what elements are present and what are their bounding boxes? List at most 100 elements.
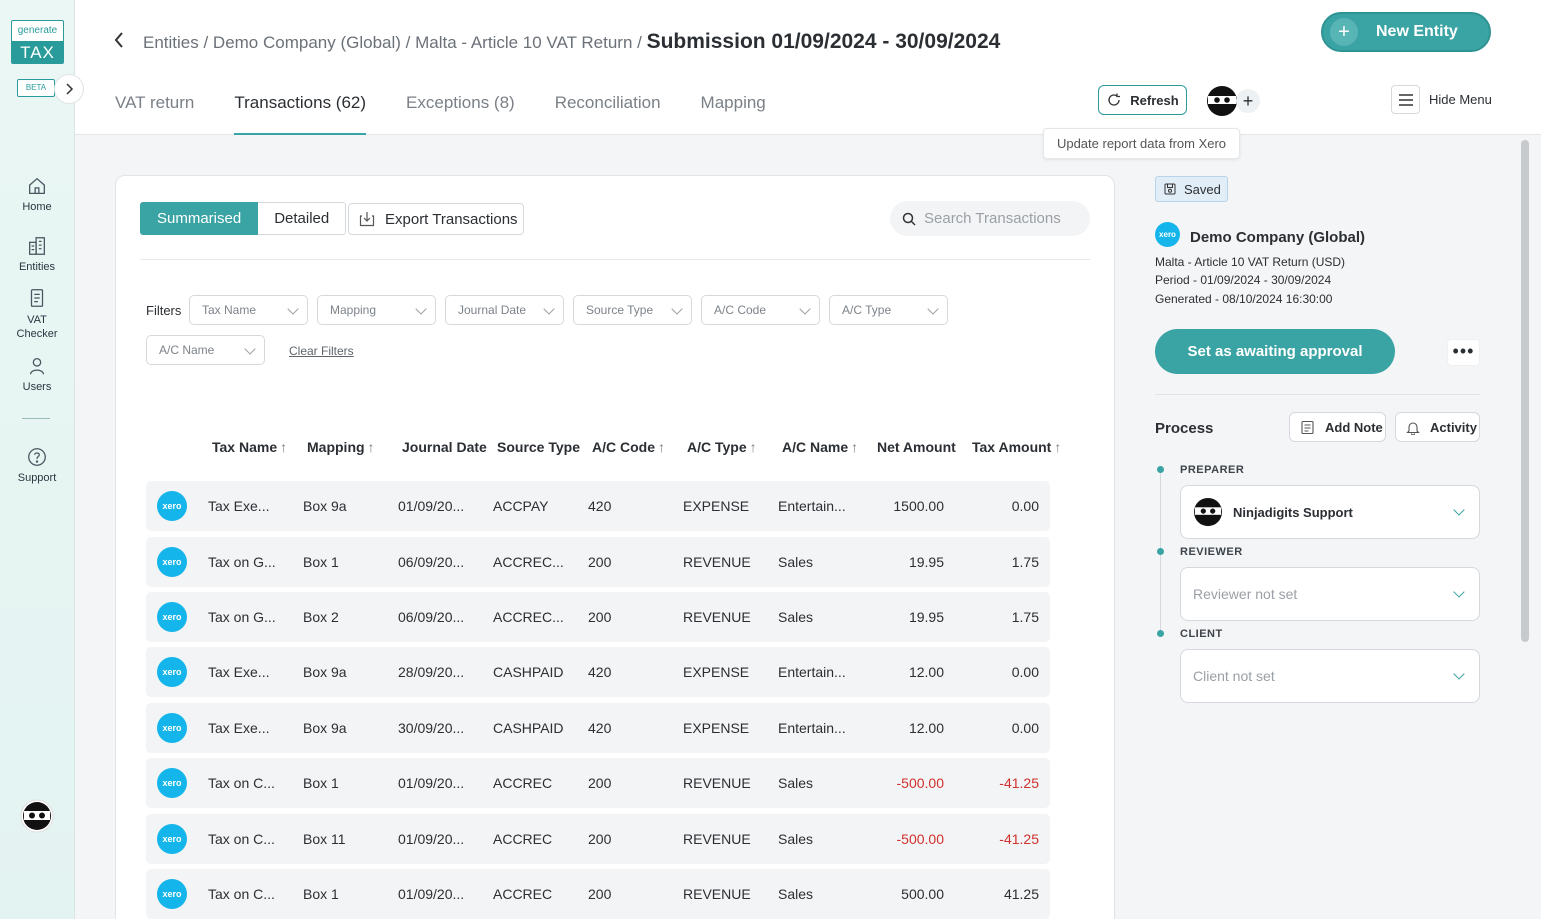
cell-tax-amount: 0.00 [1011,498,1039,514]
client-select[interactable]: Client not set [1180,649,1480,703]
tab-exceptions[interactable]: Exceptions (8) [406,90,515,135]
filter-mapping[interactable]: Mapping [317,295,436,325]
table-row[interactable]: xero Tax Exe... Box 9a 01/09/20... ACCPAY 420… [146,481,1050,531]
preparer-value: Ninjadigits Support [1233,504,1353,520]
cell-tax-name: Tax on C... [208,831,275,847]
add-note-label: Add Note [1325,419,1383,435]
document-icon [30,289,44,307]
table-row[interactable]: xero Tax on G... Box 1 06/09/20... ACCREC...… [146,537,1050,587]
preparer-select[interactable]: Ninjadigits Support [1180,485,1480,539]
scrollbar[interactable] [1521,140,1529,642]
filter-ac-type[interactable]: A/C Type [829,295,948,325]
column-header-tax-name[interactable]: Tax Name ↑ [212,439,287,455]
page-header: Entities / Demo Company (Global) / Malta… [75,0,1541,135]
column-header-source-type[interactable]: Source Type [497,439,580,455]
summarised-toggle[interactable]: Summarised [140,202,259,235]
client-value: Client not set [1193,668,1275,684]
chevron-down-icon [1453,586,1465,598]
cell-ac-name: Entertain... [778,664,846,680]
filter-label: Journal Date [458,303,527,317]
table-row[interactable]: xero Tax Exe... Box 9a 28/09/20... CASHPAID 4… [146,647,1050,697]
column-header-ac-code[interactable]: A/C Code ↑ [592,439,665,455]
xero-logo-icon: xero [157,547,187,577]
help-icon [28,448,46,466]
sidebar-item-vat-checker[interactable]: VAT Checker [0,287,74,341]
ninja-avatar-icon[interactable] [20,799,54,833]
tab-reconciliation[interactable]: Reconciliation [555,90,661,135]
sidebar-item-label: Users [22,381,52,393]
app-logo[interactable]: generate TAX [11,20,64,64]
cell-ac-type: REVENUE [683,775,751,791]
export-transactions-button[interactable]: Export Transactions [348,203,524,235]
sidebar-item-users[interactable]: Users [0,355,74,393]
sidebar-item-entities[interactable]: Entities [0,235,74,273]
filter-ac-name[interactable]: A/C Name [146,335,265,365]
table-row[interactable]: xero Tax on C... Box 1 01/09/20... ACCREC 200… [146,758,1050,808]
add-note-button[interactable]: Add Note [1289,412,1386,442]
filter-tax-name[interactable]: Tax Name [189,295,308,325]
detailed-toggle[interactable]: Detailed [258,202,347,235]
cell-journal-date: 06/09/20... [398,609,465,625]
filter-journal-date[interactable]: Journal Date [445,295,564,325]
xero-logo-icon: xero [157,713,187,743]
search-input[interactable] [924,210,1084,227]
column-header-mapping[interactable]: Mapping ↑ [307,439,375,455]
cell-journal-date: 01/09/20... [398,886,465,902]
cell-ac-code: 420 [588,664,612,680]
column-label: Tax Name [212,439,278,455]
column-header-journal-date[interactable]: Journal Date [402,439,487,455]
cell-net-amount: 1500.00 [893,498,944,514]
tab-mapping[interactable]: Mapping [701,90,766,135]
filter-ac-code[interactable]: A/C Code [701,295,820,325]
sidebar-item-support[interactable]: Support [0,446,74,484]
cell-tax-amount: -41.25 [999,831,1039,847]
table-row[interactable]: xero Tax on C... Box 11 01/09/20... ACCREC 20… [146,814,1050,864]
cell-tax-amount: 1.75 [1011,609,1039,625]
clear-filters-link[interactable]: Clear Filters [289,344,354,358]
sidebar-item-label: Support [17,472,57,484]
set-awaiting-approval-button[interactable]: Set as awaiting approval [1155,329,1395,374]
cell-source-type: ACCPAY [493,498,549,514]
column-header-ac-name[interactable]: A/C Name ↑ [782,439,858,455]
cell-ac-code: 420 [588,720,612,736]
hide-menu-button[interactable]: Hide Menu [1391,85,1492,114]
table-row[interactable]: xero Tax on G... Box 2 06/09/20... ACCREC...… [146,592,1050,642]
add-collaborator-button[interactable]: + [1236,89,1260,113]
new-entity-button[interactable]: + New Entity [1321,12,1491,52]
filters-label: Filters [146,303,182,318]
timeline-dot [1157,548,1164,555]
sidebar-expand-button[interactable] [54,74,84,104]
column-label: Net Amount [877,439,956,455]
cell-ac-type: EXPENSE [683,720,750,736]
reviewer-select[interactable]: Reviewer not set [1180,567,1480,621]
tab-transactions[interactable]: Transactions (62) [234,90,367,135]
table-row[interactable]: xero Tax on C... Box 1 01/09/20... ACCREC 200… [146,869,1050,919]
cell-ac-name: Entertain... [778,498,846,514]
cell-mapping: Box 9a [303,664,347,680]
ninja-avatar-icon[interactable] [1206,85,1238,117]
more-options-button[interactable]: ••• [1447,339,1480,366]
breadcrumb-path[interactable]: Entities / Demo Company (Global) / Malta… [143,33,647,52]
cell-net-amount: 19.95 [908,554,944,570]
cell-ac-code: 200 [588,775,612,791]
transactions-card: Summarised Detailed Export Transactions … [115,175,1115,919]
sidebar-item-home[interactable]: Home [0,175,74,213]
column-header-ac-type[interactable]: A/C Type ↑ [687,439,757,455]
tab-vat-return[interactable]: VAT return [115,90,194,135]
column-header-tax-amount[interactable]: Tax Amount ↑ [972,439,1061,455]
table-row[interactable]: xero Tax Exe... Box 9a 30/09/20... CASHPAID 4… [146,703,1050,753]
cell-mapping: Box 1 [303,886,339,902]
sidebar-item-label: VAT Checker [16,314,58,340]
search-icon [902,212,916,226]
activity-button[interactable]: Activity [1395,412,1480,442]
back-button[interactable] [113,30,125,56]
cell-tax-amount: 41.25 [1003,886,1039,902]
cell-tax-amount: 0.00 [1011,664,1039,680]
column-header-net-amount[interactable]: Net Amount [877,439,956,455]
saved-badge: Saved [1155,176,1228,202]
logo-bottom-text: TAX [12,41,63,63]
search-box [890,201,1090,236]
filter-source-type[interactable]: Source Type [573,295,692,325]
chevron-down-icon [671,303,683,315]
refresh-button[interactable]: Refresh [1098,85,1187,115]
